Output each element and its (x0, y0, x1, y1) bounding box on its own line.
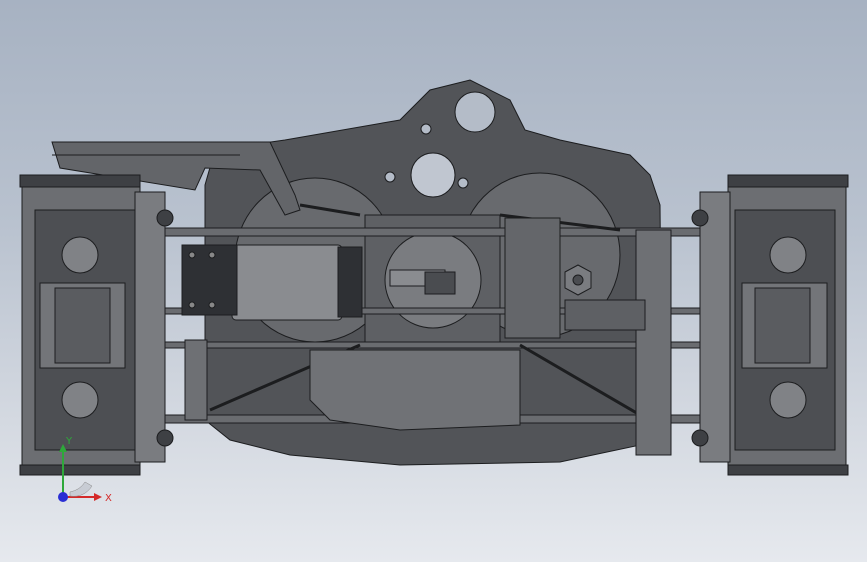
plate-hole-small (420, 123, 432, 135)
gearbox-housing[interactable] (309, 349, 521, 431)
wheel-hub-icon (769, 236, 807, 274)
wheel-hub-icon (769, 381, 807, 419)
triad-x-label: X (105, 493, 112, 504)
wheel-hub-icon (61, 236, 99, 274)
rail-mid-lower (114, 341, 776, 349)
left-cylinder (184, 339, 208, 421)
center-coupler (424, 271, 456, 295)
triad-y-label: Y (65, 436, 73, 447)
right-cylinder (635, 229, 672, 456)
motor-body[interactable] (231, 244, 343, 321)
plate-hole-center (410, 152, 456, 198)
coordinate-triad-icon[interactable]: X Y (40, 432, 130, 522)
track-module-left[interactable] (19, 174, 174, 476)
motor-endcap (337, 246, 363, 318)
triad-origin (58, 492, 68, 502)
cad-model-rover-chassis[interactable] (0, 0, 867, 562)
right-bracket (504, 217, 561, 339)
plate-hole-small (384, 171, 396, 183)
wheel-hub-icon (61, 381, 99, 419)
plate-hole-small (457, 177, 469, 189)
graphics-viewport[interactable]: X Y (0, 0, 867, 562)
track-module-right[interactable] (691, 174, 849, 476)
plate-hole-large (454, 91, 496, 133)
